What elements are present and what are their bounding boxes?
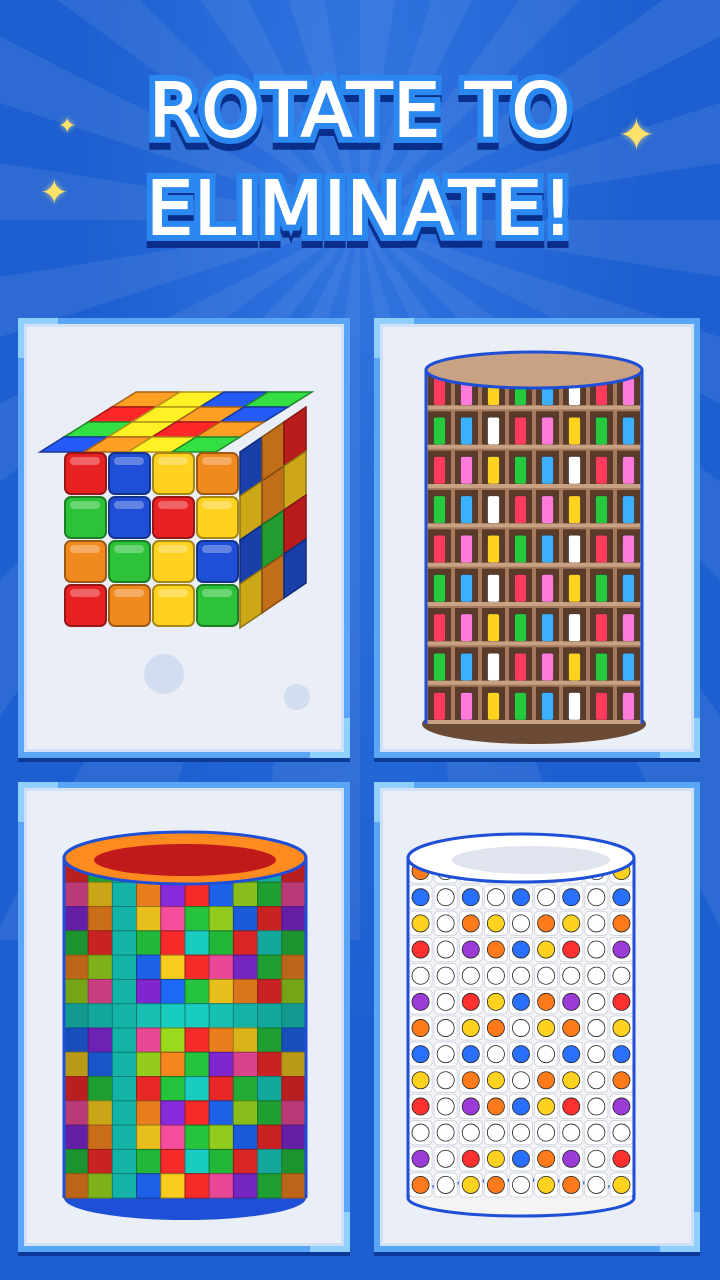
panel-cube-puzzle[interactable] xyxy=(18,318,350,758)
panel-grocery-shelf-tower[interactable] xyxy=(374,318,700,758)
title-line-2: ELIMINATE! ELIMINATE! ELIMINATE! xyxy=(0,165,720,262)
block-tower-icon[interactable] xyxy=(24,788,344,1246)
page-title: ROTATE TO xyxy=(148,68,571,154)
ball-tower-icon[interactable] xyxy=(380,788,694,1246)
page-subtitle: ELIMINATE! xyxy=(145,166,574,252)
sparkle-icon: ✦ xyxy=(618,110,655,161)
panel-ball-tile-tower[interactable] xyxy=(374,782,700,1252)
title-line-1: ROTATE TO ROTATE TO ROTATE TO xyxy=(0,67,720,164)
panel-color-block-tower[interactable] xyxy=(18,782,350,1252)
shelf-tower-icon[interactable] xyxy=(380,324,694,752)
rubiks-cube-icon[interactable] xyxy=(24,324,344,752)
sparkle-icon: ✦ xyxy=(40,173,69,213)
sparkle-icon: ✦ xyxy=(58,114,77,139)
